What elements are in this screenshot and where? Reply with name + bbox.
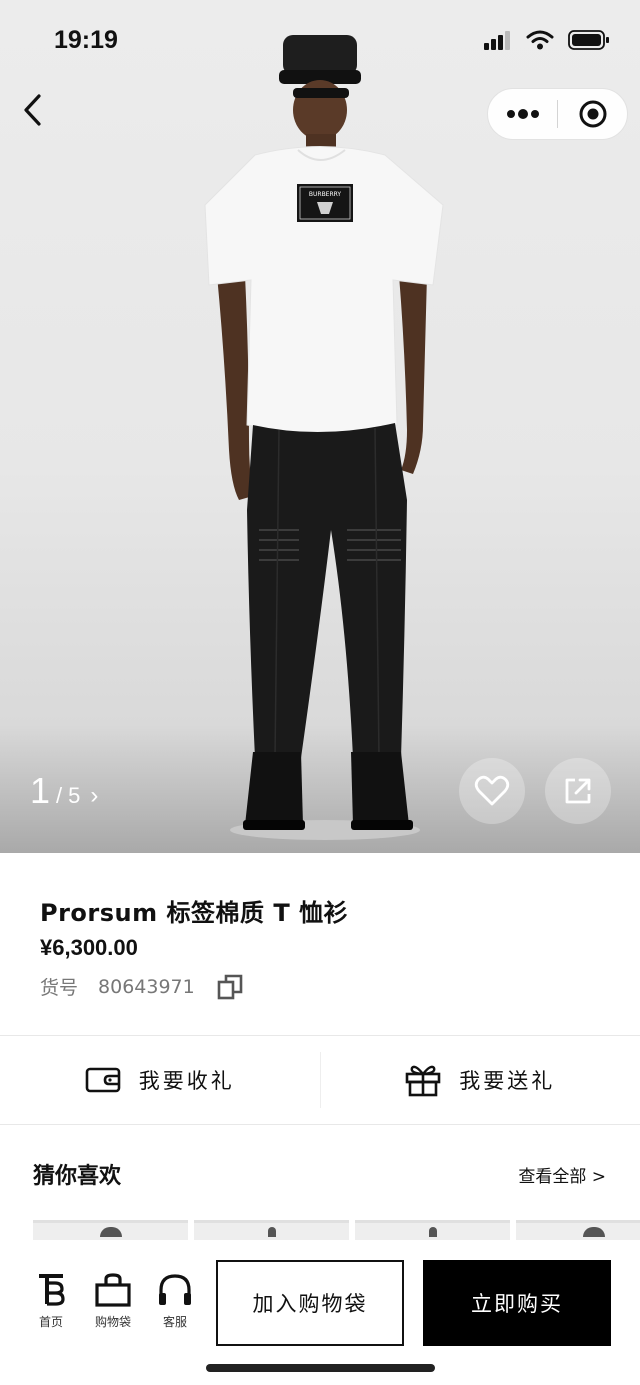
heart-icon — [474, 775, 510, 806]
nav-bag[interactable]: 购物袋 — [83, 1273, 143, 1330]
status-bar: 19:19 — [0, 0, 640, 80]
copy-icon[interactable] — [217, 974, 243, 1000]
more-dots-icon — [506, 109, 539, 119]
receive-gift-label: 我要收礼 — [138, 1069, 235, 1093]
gift-icon — [405, 1065, 441, 1097]
send-gift-label: 我要送礼 — [459, 1069, 556, 1093]
receive-gift-button[interactable]: 我要收礼 — [0, 1065, 320, 1095]
nav-home[interactable]: 首页 — [21, 1273, 81, 1330]
recommend-item[interactable] — [194, 1220, 349, 1240]
headset-icon — [159, 1274, 191, 1305]
recommend-item[interactable] — [33, 1220, 188, 1240]
gallery-total: 5 — [68, 783, 81, 808]
recommend-item[interactable] — [516, 1220, 640, 1240]
close-miniprogram-button[interactable] — [558, 89, 627, 139]
wifi-icon — [526, 30, 554, 50]
gift-options: 我要收礼 我要送礼 — [0, 1036, 640, 1124]
product-image-gallery[interactable]: BURBERRY 19:19 1 / 5 › — [0, 0, 640, 853]
gallery-separator: / — [56, 783, 63, 808]
add-to-bag-button[interactable]: 加入购物袋 — [216, 1260, 404, 1346]
sku-value: 80643971 — [98, 975, 195, 998]
nav-home-label: 首页 — [38, 1315, 63, 1329]
product-model-image: BURBERRY — [204, 35, 444, 840]
nav-service[interactable]: 客服 — [145, 1273, 205, 1330]
more-button[interactable] — [488, 89, 557, 139]
nav-bag-label: 购物袋 — [94, 1315, 131, 1329]
sku-label: 货号 — [40, 977, 79, 999]
product-title: Prorsum 标签棉质 T 恤衫 — [40, 899, 349, 927]
send-gift-button[interactable]: 我要送礼 — [321, 1063, 640, 1097]
home-indicator — [206, 1364, 435, 1372]
product-sku: 货号 80643971 — [40, 973, 243, 1000]
recommend-item[interactable] — [355, 1220, 510, 1240]
product-price: ¥6,300.00 — [40, 935, 138, 960]
divider — [0, 1124, 640, 1125]
battery-icon — [568, 30, 609, 50]
signal-icon — [484, 31, 510, 50]
miniprogram-capsule — [487, 88, 628, 140]
share-button[interactable] — [545, 758, 611, 824]
shopping-bag-icon — [95, 1273, 131, 1307]
back-arrow-icon — [24, 94, 41, 126]
recommend-title: 猜你喜欢 — [33, 1164, 122, 1189]
gallery-current-index: 1 — [30, 770, 51, 811]
status-time: 19:19 — [54, 26, 118, 54]
gallery-counter[interactable]: 1 / 5 › — [30, 770, 98, 812]
bottom-action-bar: 首页 购物袋 客服 加入购物袋 立即购买 — [0, 1240, 640, 1385]
logo-patch-text: BURBERRY — [309, 191, 342, 198]
buy-now-button[interactable]: 立即购买 — [423, 1260, 611, 1346]
burberry-tb-logo-icon — [39, 1274, 65, 1306]
recommend-carousel — [33, 1220, 640, 1240]
share-icon — [565, 778, 591, 804]
back-button[interactable] — [12, 88, 52, 132]
favorite-button[interactable] — [459, 758, 525, 824]
status-icons — [484, 30, 610, 50]
chevron-right-icon: › — [90, 782, 99, 809]
nav-service-label: 客服 — [162, 1315, 187, 1329]
wallet-icon — [85, 1067, 121, 1093]
record-target-icon — [579, 100, 606, 128]
view-all-link[interactable]: 查看全部 > — [518, 1162, 606, 1187]
